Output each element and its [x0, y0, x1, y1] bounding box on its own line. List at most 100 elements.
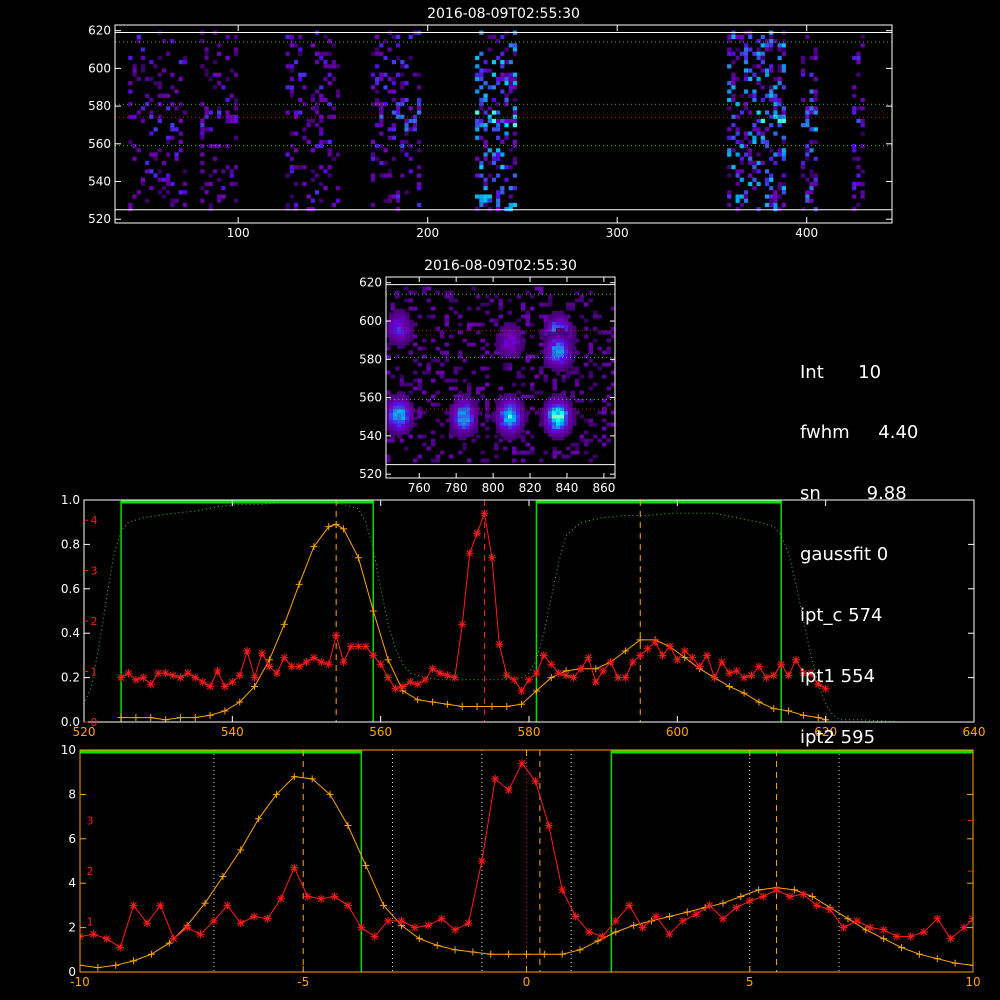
heatmap-cell: [813, 76, 818, 82]
hot-spot-cell: [568, 407, 573, 412]
heatmap-cell: [140, 68, 146, 73]
heatmap-cell: [593, 382, 598, 387]
red-profile-point: [547, 660, 556, 669]
red-profile-point: [398, 682, 407, 691]
heatmap-cell: [462, 442, 467, 447]
heatmap-cell: [327, 39, 332, 44]
heatmap-cell: [379, 106, 384, 111]
red-profile-point: [339, 658, 348, 667]
heatmap-cell: [431, 314, 436, 319]
hot-spot-cell: [397, 344, 402, 349]
heatmap-cell: [149, 152, 154, 157]
red-offset-point: [946, 934, 955, 943]
heatmap-cell: [408, 298, 413, 303]
hot-spot-cell: [551, 338, 557, 343]
heatmap-cell: [494, 446, 499, 451]
heatmap-cell: [170, 181, 175, 187]
heatmap-cell: [319, 93, 324, 98]
hot-spot-cell: [547, 335, 553, 340]
heatmap-cell: [485, 426, 490, 431]
hot-spot-cell: [507, 414, 513, 419]
hot-spot-cell: [568, 429, 573, 434]
hot-spot-cell: [381, 413, 386, 417]
heatmap-cell: [431, 306, 436, 311]
hot-spot-cell: [469, 400, 475, 405]
hot-spot-cell: [568, 411, 573, 416]
red-profile-point: [769, 671, 778, 680]
heatmap-cell: [860, 169, 865, 174]
heatmap-cell: [852, 85, 857, 90]
hot-spot-cell: [572, 411, 577, 416]
heatmap-cell: [727, 190, 732, 195]
heatmap-cell: [764, 194, 770, 199]
red-profile-point: [413, 680, 422, 689]
red-offset-point: [303, 892, 312, 901]
hot-spot-cell: [409, 416, 414, 421]
red-profile-point: [487, 553, 496, 562]
heatmap-cell: [208, 207, 213, 212]
heatmap-cell: [485, 382, 490, 387]
x-tick-label: 5: [746, 975, 754, 989]
red-offset-point: [116, 943, 125, 952]
hot-spot-cell: [457, 414, 463, 419]
heatmap-cell: [417, 382, 422, 387]
heatmap-cell: [483, 152, 488, 157]
heatmap-cell: [483, 177, 488, 182]
hot-spot-cell: [551, 429, 557, 434]
red-offset-point: [437, 914, 446, 923]
heatmap-cell: [233, 165, 239, 170]
x-tick-label: 600: [666, 725, 689, 739]
hot-spot-cell: [507, 354, 513, 359]
heatmap-cell: [387, 89, 392, 94]
heatmap-cell: [760, 60, 765, 65]
heatmap-cell: [140, 64, 146, 69]
heatmap-cell: [289, 76, 294, 82]
hot-spot-cell: [401, 341, 406, 346]
heatmap-cell: [417, 378, 422, 383]
hot-spot-cell: [507, 404, 513, 409]
green-window: [610, 750, 973, 972]
heatmap-cell: [370, 177, 376, 182]
heatmap-cell: [400, 60, 405, 65]
heatmap-cell: [494, 318, 499, 323]
hot-spot-cell: [397, 398, 402, 403]
heatmap-cell: [588, 342, 593, 347]
heatmap-cell: [391, 194, 397, 199]
heatmap-cell: [444, 318, 449, 323]
hot-spot-cell: [547, 407, 553, 412]
heatmap-cell: [404, 298, 409, 303]
heatmap-cell: [764, 68, 770, 73]
heatmap-cell: [769, 68, 774, 73]
heatmap-cell: [400, 139, 405, 145]
heatmap-cell: [161, 93, 167, 98]
heatmap-cell: [504, 60, 509, 65]
heatmap-cell: [170, 123, 175, 128]
heatmap-cell: [491, 34, 497, 40]
heatmap-cell: [319, 85, 324, 90]
heatmap-cell: [760, 68, 765, 73]
right-y-tick-label: 1: [91, 666, 98, 679]
heatmap-cell: [471, 286, 476, 291]
heatmap-cell: [327, 165, 332, 170]
heatmap-cell: [764, 139, 770, 145]
hot-spot-cell: [507, 329, 513, 334]
hot-spot-cell: [568, 346, 573, 351]
heatmap-cell: [525, 314, 530, 319]
red-profile-point: [480, 509, 489, 518]
hot-spot-cell: [551, 314, 557, 319]
red-profile-point: [139, 673, 148, 682]
red-profile-point: [673, 655, 682, 664]
hot-spot-cell: [388, 409, 394, 414]
hot-spot-cell: [409, 405, 414, 410]
heatmap-cell: [440, 330, 445, 335]
heatmap-cell: [375, 51, 380, 56]
red-offset-point: [276, 894, 285, 903]
heatmap-cell: [323, 34, 328, 40]
red-profile-point: [517, 686, 526, 695]
heatmap-cell: [400, 72, 405, 77]
hot-spot-cell: [551, 360, 557, 365]
heatmap-cell: [487, 106, 492, 111]
heatmap-cell: [852, 55, 857, 61]
heatmap-cell: [588, 386, 593, 391]
right-y-tick-label: 4: [91, 514, 98, 527]
